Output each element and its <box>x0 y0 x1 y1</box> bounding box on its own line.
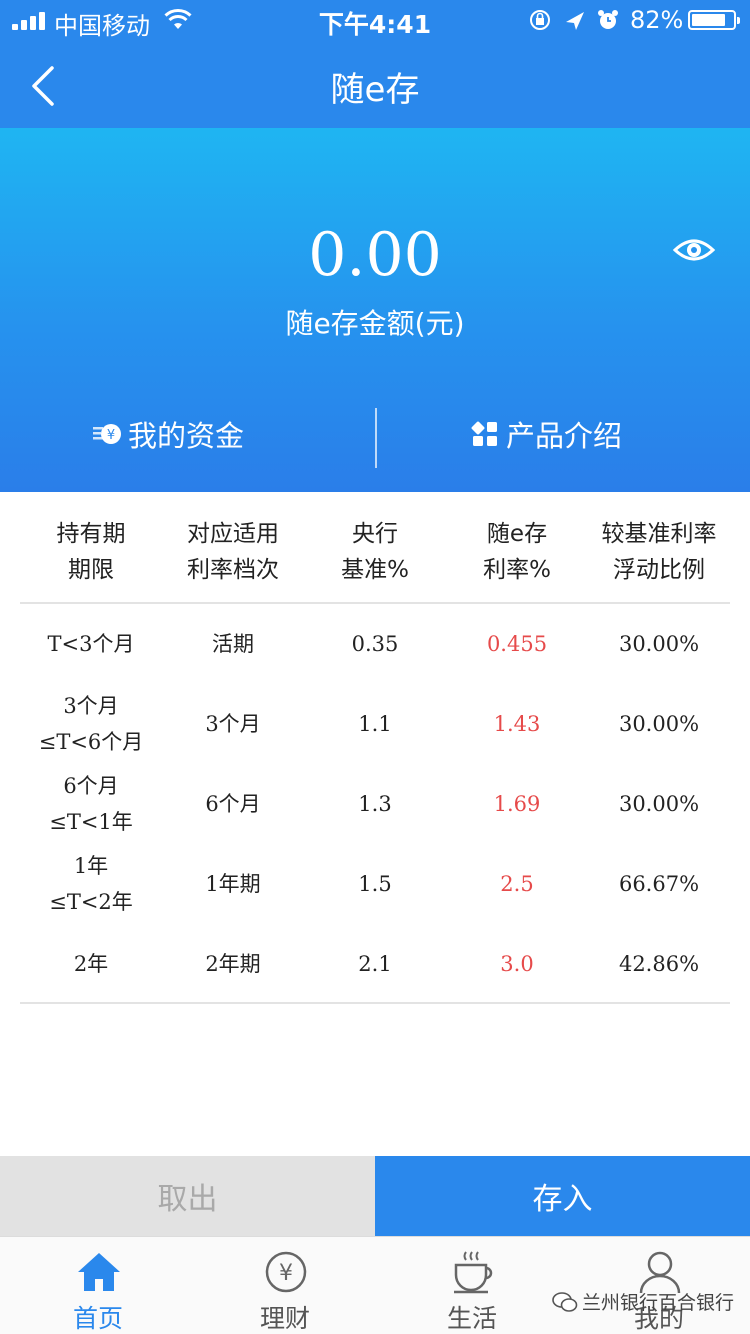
top-bar: 中国移动 下午4:41 82% 随e存 <box>0 0 750 128</box>
deposit-button[interactable]: 存入 <box>375 1156 750 1236</box>
cell-float-ratio: 30.00% <box>618 712 700 736</box>
my-funds-tab[interactable]: ¥ 我的资金 <box>92 404 244 464</box>
cell-tier: 6个月 <box>205 792 261 816</box>
cell-tier: 1年期 <box>205 872 261 896</box>
battery-percent: 82% <box>630 6 684 34</box>
yen-coin-icon: ¥ <box>265 1251 307 1293</box>
cell-product-rate: 1.43 <box>493 712 541 736</box>
cell-tier: 活期 <box>212 632 254 656</box>
cell-float-ratio: 30.00% <box>618 792 700 816</box>
table-row: 3个月 ≤T<6个月 3个月 1.1 1.43 30.00% <box>20 684 730 764</box>
table-row: 2年 2年期 2.1 3.0 42.86% <box>20 924 730 1004</box>
location-arrow-icon <box>566 12 584 30</box>
table-row: 1年 ≤T<2年 1年期 1.5 2.5 66.67% <box>20 844 730 924</box>
home-icon <box>78 1253 120 1291</box>
cell-float-ratio: 66.67% <box>618 872 700 896</box>
tab-wealth[interactable]: ¥ 理财 <box>191 1237 379 1334</box>
table-row: T<3个月 活期 0.35 0.455 30.00% <box>20 604 730 684</box>
watermark-text: 兰州银行百合银行 <box>582 1292 735 1314</box>
header-central-bank-base: 央行 基准% <box>341 521 409 583</box>
cell-period: 3个月 ≤T<6个月 <box>38 694 144 754</box>
header-rate-tier: 对应适用 利率档次 <box>187 521 279 583</box>
watermark: 兰州银行百合银行 <box>552 1288 734 1315</box>
cell-float-ratio: 42.86% <box>618 952 700 976</box>
status-icons <box>530 10 618 30</box>
balance-hero: 0.00 随e存金额(元) ¥ 我的资金 产品介绍 <box>0 128 750 492</box>
rate-table-body: T<3个月 活期 0.35 0.455 30.00% 3个月 ≤T<6个月 3个月… <box>20 604 730 1004</box>
rotation-lock-icon <box>530 10 550 30</box>
cell-base-rate: 1.5 <box>358 872 392 896</box>
toggle-visibility-button[interactable] <box>672 232 716 268</box>
cell-base-rate: 1.3 <box>358 792 392 816</box>
status-bar: 中国移动 下午4:41 82% <box>0 0 750 40</box>
cell-product-rate: 3.0 <box>500 952 534 976</box>
cell-period: T<3个月 <box>47 632 135 656</box>
page-title: 随e存 <box>330 70 420 110</box>
header-product-rate: 随e存 利率% <box>483 521 551 583</box>
tab-life[interactable]: 生活 <box>378 1237 566 1334</box>
battery-icon <box>688 10 740 30</box>
wechat-icon <box>552 1291 578 1312</box>
cell-base-rate: 2.1 <box>358 952 392 976</box>
grid-apps-icon <box>471 421 497 446</box>
balance-amount: 0.00 <box>308 220 442 290</box>
product-intro-label: 产品介绍 <box>506 419 623 453</box>
hero-tab-divider <box>375 408 377 468</box>
bottom-tab-bar: 首页 ¥ 理财 生活 我的 <box>0 1236 750 1334</box>
my-funds-label: 我的资金 <box>128 419 245 453</box>
cell-product-rate: 0.455 <box>486 632 548 656</box>
rate-table-header: 持有期 期限 对应适用 利率档次 央行 基准% 随e存 利率% 较基准利率 浮动比例 <box>20 492 730 604</box>
cell-float-ratio: 30.00% <box>618 632 700 656</box>
tab-mine[interactable]: 我的 <box>565 1237 750 1334</box>
coffee-cup-icon <box>454 1251 493 1294</box>
cell-product-rate: 1.69 <box>493 792 541 816</box>
header-float-ratio: 较基准利率 浮动比例 <box>601 521 717 583</box>
header-holding-period: 持有期 期限 <box>56 521 126 583</box>
cell-tier: 3个月 <box>205 712 261 736</box>
rate-table: 持有期 期限 对应适用 利率档次 央行 基准% 随e存 利率% 较基准利率 浮动比例 T<… <box>20 492 730 1004</box>
tab-home-label: 首页 <box>72 1304 123 1333</box>
cell-period: 1年 ≤T<2年 <box>49 854 133 914</box>
cell-tier: 2年期 <box>205 952 261 976</box>
cell-base-rate: 0.35 <box>351 632 399 656</box>
tab-home[interactable]: 首页 <box>4 1237 192 1334</box>
table-row: 6个月 ≤T<1年 6个月 1.3 1.69 30.00% <box>20 764 730 844</box>
svg-text:¥: ¥ <box>107 428 115 443</box>
cell-base-rate: 1.1 <box>358 712 392 736</box>
svg-text:¥: ¥ <box>279 1261 293 1286</box>
balance-label: 随e存金额(元) <box>285 307 465 340</box>
tab-life-label: 生活 <box>446 1304 497 1333</box>
tab-wealth-label: 理财 <box>259 1304 310 1333</box>
cell-product-rate: 2.5 <box>500 872 534 896</box>
cell-period: 2年 <box>73 952 109 976</box>
withdraw-button[interactable]: 取出 <box>0 1156 375 1236</box>
coin-yen-icon: ¥ <box>93 424 121 444</box>
product-intro-tab[interactable]: 产品介绍 <box>470 404 622 464</box>
alarm-icon <box>598 10 618 29</box>
eye-icon <box>672 239 716 261</box>
cell-period: 6个月 ≤T<1年 <box>49 774 133 834</box>
